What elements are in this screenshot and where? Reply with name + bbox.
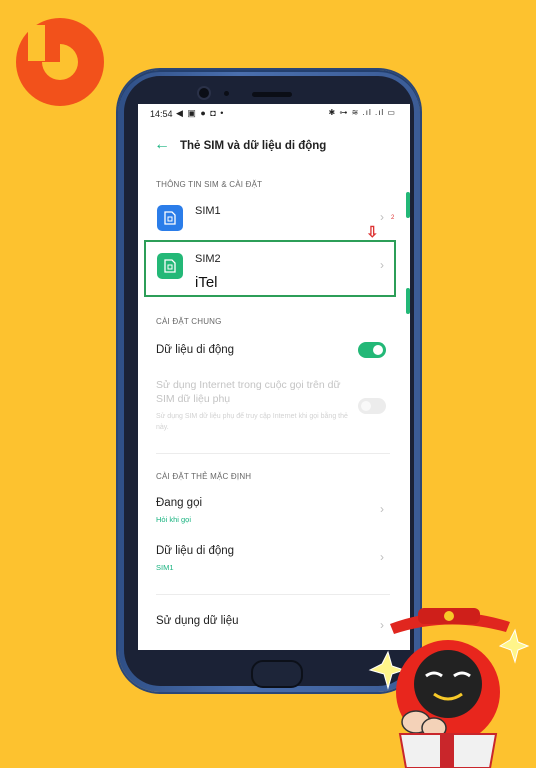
calls-label[interactable]: Đang gọi <box>156 497 202 509</box>
front-camera <box>199 88 209 98</box>
divider <box>156 453 390 454</box>
chevron-right-icon[interactable]: › <box>380 210 384 224</box>
sim2-carrier-note: iTel <box>195 274 218 291</box>
toggle-knob <box>361 401 371 411</box>
chevron-right-icon[interactable]: › <box>380 502 384 516</box>
mobile-data-toggle[interactable] <box>358 342 386 358</box>
edge-tab <box>406 288 410 314</box>
proximity-sensor <box>224 91 229 96</box>
system-status-icons: ✱ ⊶ ≋ .ıl .ıl ▭ <box>328 108 396 117</box>
sim-card-icon <box>157 205 183 231</box>
badge-count: 2 <box>391 215 395 221</box>
secondary-internet-desc: Sử dụng SIM dữ liệu phụ để truy cập Inte… <box>156 413 348 431</box>
page-title: Thẻ SIM và dữ liệu di động <box>180 140 327 152</box>
brand-logo <box>16 18 104 106</box>
app-header: ← Thẻ SIM và dữ liệu di động <box>138 132 410 162</box>
sim2-label[interactable]: SIM2 <box>195 253 221 265</box>
divider <box>156 594 390 595</box>
edge-tab <box>406 192 410 218</box>
secondary-internet-title: Sử dụng Internet trong cuộc gọi trên dữ … <box>156 379 341 405</box>
annotation-down-arrow: ⇩ <box>366 224 379 241</box>
chevron-right-icon[interactable]: › <box>380 550 384 564</box>
calls-value: Hỏi khi gọi <box>156 515 192 524</box>
status-bar: 14:54 ◀ ▣ ● ◘ • ✱ ⊶ ≋ .ıl .ıl ▭ <box>138 104 410 124</box>
chevron-right-icon[interactable]: › <box>380 258 384 272</box>
status-time: 14:54 <box>150 109 173 119</box>
notification-icons: ◀ ▣ ● ◘ • <box>176 108 225 118</box>
default-data-label[interactable]: Dữ liệu di động <box>156 545 234 557</box>
section-header-sim-info: THÔNG TIN SIM & CÀI ĐẶT <box>156 180 263 189</box>
arrow-left-icon[interactable]: ← <box>154 136 170 154</box>
section-header-default: CÀI ĐẶT THẺ MẶC ĐỊNH <box>156 472 252 481</box>
secondary-internet-toggle[interactable] <box>358 398 386 414</box>
sim-card-icon <box>157 253 183 279</box>
data-usage-label[interactable]: Sử dụng dữ liệu <box>156 615 239 627</box>
phone-screen: 14:54 ◀ ▣ ● ◘ • ✱ ⊶ ≋ .ıl .ıl ▭ ← Thẻ SI… <box>138 104 410 650</box>
section-header-general: CÀI ĐẶT CHUNG <box>156 317 222 326</box>
sim1-label[interactable]: SIM1 <box>195 205 221 217</box>
toggle-knob <box>373 345 383 355</box>
mobile-data-label: Dữ liệu di động <box>156 344 235 356</box>
default-data-value: SIM1 <box>156 563 174 572</box>
earpiece <box>252 92 292 97</box>
home-button[interactable] <box>251 660 303 688</box>
mascot-sticker <box>368 608 530 768</box>
